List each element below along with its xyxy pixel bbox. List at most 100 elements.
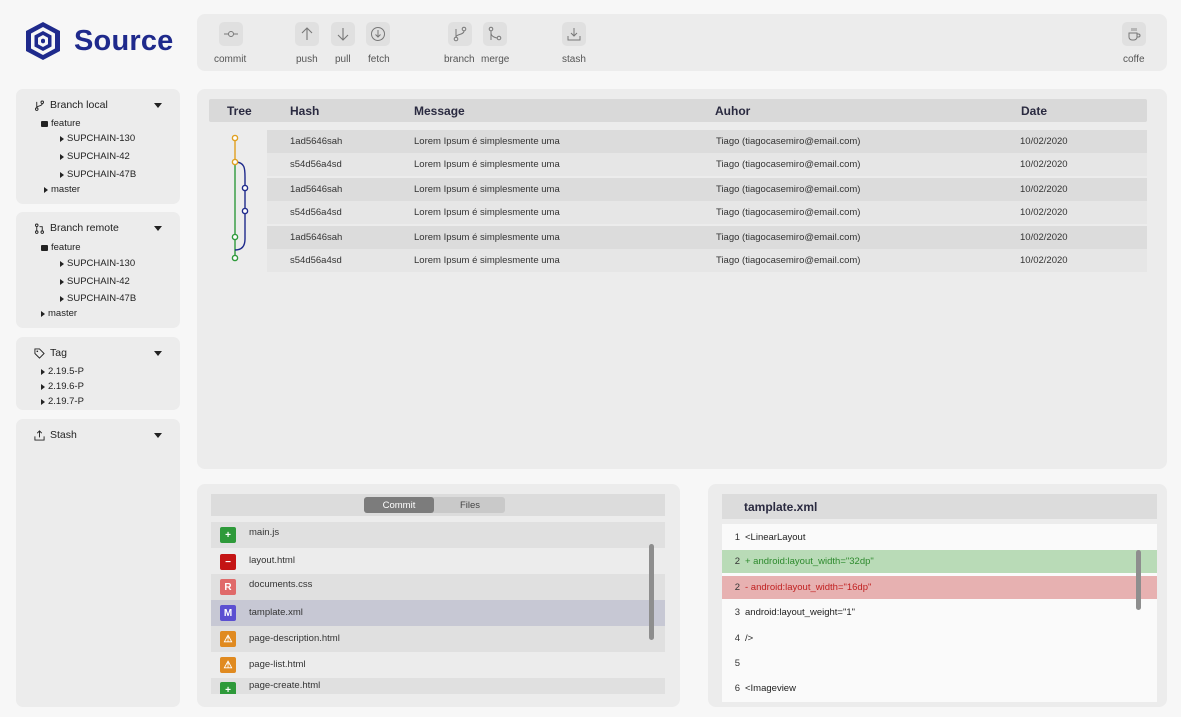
folder-feature[interactable]: feature [41, 242, 81, 253]
triangle-right-icon [41, 398, 45, 405]
pull-label: pull [335, 54, 351, 65]
tag-header[interactable]: Tag [34, 347, 67, 359]
file-row[interactable]: + page-create.html [211, 678, 665, 698]
commit-button[interactable] [219, 22, 243, 46]
coffe-label: coffe [1123, 54, 1145, 65]
files-panel-fade [211, 694, 665, 707]
warning-icon: ⚠ [220, 657, 236, 673]
stash-panel: Stash [16, 419, 180, 707]
tab-files[interactable]: Files [435, 497, 505, 513]
branch-local-header[interactable]: Branch local [34, 99, 108, 111]
stash-icon [567, 28, 581, 41]
download-circle-icon [371, 27, 385, 41]
file-row-selected[interactable]: M tamplate.xml [211, 600, 665, 626]
tag-icon [34, 347, 45, 359]
diff-line: 4 /> [734, 633, 754, 644]
col-date[interactable]: Date [1021, 104, 1047, 118]
merge-label: merge [481, 54, 510, 65]
diff-body: 1 <LinearLayout 2 + android:layout_width… [722, 524, 1157, 702]
diff-line: 1 <LinearLayout [734, 532, 806, 543]
commit-node [231, 233, 239, 241]
file-row[interactable]: ⚠ page-description.html [211, 626, 665, 652]
diff-line: 6 <Imageview [734, 683, 796, 694]
branch-button[interactable] [448, 22, 472, 46]
diff-file-title: tamplate.xml [744, 500, 818, 514]
stash-button[interactable] [562, 22, 586, 46]
commit-node [231, 134, 239, 142]
pull-button[interactable] [331, 22, 355, 46]
triangle-right-icon [60, 295, 64, 302]
file-row[interactable]: − layout.html [211, 549, 665, 575]
chevron-down-icon[interactable] [154, 433, 162, 438]
commit-row[interactable]: 1ad5646sah Lorem Ipsum é simplesmente um… [267, 226, 1147, 249]
col-author[interactable]: Auhor [715, 104, 750, 118]
branch-remote-header[interactable]: Branch remote [34, 222, 119, 234]
stash-title: Stash [50, 429, 77, 441]
chevron-down-icon[interactable] [154, 226, 162, 231]
diff-line-added: 2 + android:layout_width="32dp" [722, 550, 1157, 573]
col-hash[interactable]: Hash [290, 104, 319, 118]
commit-row[interactable]: s54d56a4sd Lorem Ipsum é simplesmente um… [267, 249, 1147, 272]
merge-button[interactable] [483, 22, 507, 46]
files-header: Commit Files [211, 494, 665, 516]
tag-item[interactable]: 2.19.6-P [41, 381, 84, 392]
history-header: Tree Hash Message Auhor Date [209, 99, 1147, 122]
branch-item[interactable]: SUPCHAIN-130 [60, 258, 135, 269]
removed-icon: − [220, 554, 236, 570]
toolbar: commit push pull fetch branch merge stas… [197, 14, 1167, 71]
modified-icon: M [220, 605, 236, 621]
tag-title: Tag [50, 347, 67, 359]
branch-item[interactable]: SUPCHAIN-42 [60, 276, 130, 287]
file-row[interactable]: ⚠ page-list.html [211, 652, 665, 678]
triangle-right-icon [44, 186, 48, 193]
branch-icon [453, 26, 467, 42]
folder-feature[interactable]: feature [41, 118, 81, 129]
branch-remote-panel: Branch remote feature SUPCHAIN-130 SUPCH… [16, 212, 180, 328]
coffe-button[interactable] [1122, 22, 1146, 46]
commit-row[interactable]: 1ad5646sah Lorem Ipsum é simplesmente um… [267, 178, 1147, 201]
source-logo-icon [26, 22, 60, 60]
col-message[interactable]: Message [414, 104, 465, 118]
branch-remote-title: Branch remote [50, 222, 119, 234]
col-tree[interactable]: Tree [227, 104, 252, 118]
coffee-icon [1128, 28, 1141, 41]
branch-item-master[interactable]: master [44, 184, 80, 195]
branch-item[interactable]: SUPCHAIN-130 [60, 133, 135, 144]
upload-icon [34, 429, 45, 441]
branch-item[interactable]: SUPCHAIN-47B [60, 169, 136, 180]
folder-icon [41, 120, 48, 127]
branch-item[interactable]: SUPCHAIN-47B [60, 293, 136, 304]
tag-item[interactable]: 2.19.7-P [41, 396, 84, 407]
commit-row[interactable]: 1ad5646sah Lorem Ipsum é simplesmente um… [267, 130, 1147, 153]
arrow-up-icon [301, 27, 313, 40]
tab-commit[interactable]: Commit [364, 497, 434, 513]
folder-icon [41, 244, 48, 251]
branch-item[interactable]: SUPCHAIN-42 [60, 151, 130, 162]
file-row[interactable]: + main.js [211, 522, 665, 548]
merge-icon [488, 26, 502, 41]
stash-header[interactable]: Stash [34, 429, 77, 441]
triangle-right-icon [60, 278, 64, 285]
chevron-down-icon[interactable] [154, 103, 162, 108]
triangle-right-icon [60, 171, 64, 178]
fetch-button[interactable] [366, 22, 390, 46]
commit-node [241, 207, 249, 215]
commit-node [241, 184, 249, 192]
commit-node [231, 254, 239, 262]
pull-request-icon [35, 223, 44, 234]
commit-row[interactable]: s54d56a4sd Lorem Ipsum é simplesmente um… [267, 201, 1147, 224]
changed-files-panel: Commit Files + main.js − layout.html R d… [197, 484, 680, 707]
branch-item-master[interactable]: master [41, 308, 77, 319]
tag-item[interactable]: 2.19.5-P [41, 366, 84, 377]
files-scrollbar[interactable] [649, 544, 654, 640]
branch-label: branch [444, 54, 475, 65]
chevron-down-icon[interactable] [154, 351, 162, 356]
file-row[interactable]: R documents.css [211, 574, 665, 600]
diff-scrollbar[interactable] [1136, 550, 1141, 610]
commit-row[interactable]: s54d56a4sd Lorem Ipsum é simplesmente um… [267, 153, 1147, 176]
triangle-right-icon [41, 368, 45, 375]
stash-label: stash [562, 54, 586, 65]
push-label: push [296, 54, 318, 65]
push-button[interactable] [295, 22, 319, 46]
commit-history-panel: Tree Hash Message Auhor Date 1ad5646sah … [197, 89, 1167, 469]
